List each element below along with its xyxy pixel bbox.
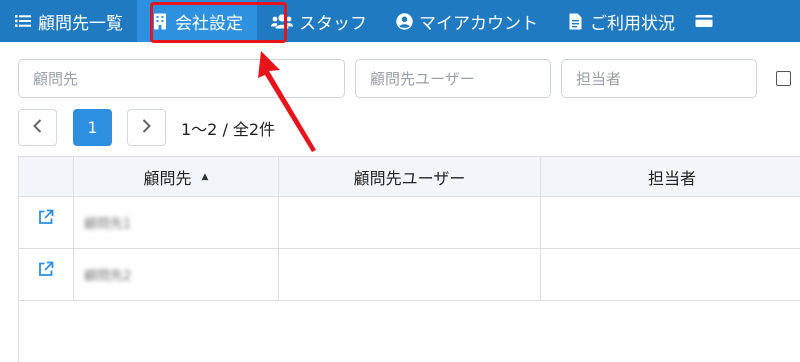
users-icon (271, 12, 293, 30)
table-row: 顧問先2 (19, 249, 800, 301)
staff-filter-placeholder: 担当者 (576, 70, 622, 88)
nav-billing[interactable] (689, 0, 733, 42)
pagination-page-number: 1 (87, 118, 98, 137)
client-table: 顧問先 ▲ 顧問先ユーザー 担当者 顧問先1 顧問先2 (18, 156, 800, 362)
chevron-left-icon (33, 118, 42, 137)
table-cell-action (19, 249, 74, 300)
top-navbar: 顧問先一覧 会社設定 スタッフ マイアカウント ご利用状況 (0, 0, 800, 42)
client-user-filter-placeholder: 顧問先ユーザー (370, 70, 475, 88)
nav-staff[interactable]: スタッフ (257, 0, 381, 42)
chevron-right-icon (142, 118, 151, 137)
staff-filter-input[interactable]: 担当者 (561, 59, 757, 98)
external-link-icon[interactable] (38, 261, 55, 278)
table-header-client-user-label: 顧問先ユーザー (353, 168, 466, 188)
nav-client-list-label: 顧問先一覧 (38, 13, 123, 34)
table-cell-staff (541, 197, 800, 248)
nav-my-account-label: マイアカウント (419, 13, 538, 34)
table-cell-action (19, 197, 74, 248)
pagination-prev-button[interactable] (18, 109, 57, 146)
external-link-icon[interactable] (38, 209, 55, 226)
sort-ascending-icon: ▲ (201, 171, 209, 182)
table-cell-client: 顧問先2 (74, 249, 279, 300)
table-header-client-label: 顧問先 (143, 168, 192, 188)
nav-company-settings[interactable]: 会社設定 (137, 0, 257, 42)
pagination-page-button[interactable]: 1 (73, 109, 112, 146)
document-icon (566, 12, 584, 30)
nav-staff-label: スタッフ (299, 13, 367, 34)
table-row: 顧問先1 (19, 197, 800, 249)
client-filter-placeholder: 顧問先 (33, 70, 79, 88)
client-name: 顧問先1 (84, 217, 132, 232)
nav-usage-status[interactable]: ご利用状況 (552, 0, 689, 42)
pagination-range-text: 1〜2 / 全2件 (181, 120, 276, 139)
list-icon (14, 12, 32, 30)
table-header-client[interactable]: 顧問先 ▲ (74, 157, 279, 196)
table-header-icon-column (19, 157, 74, 196)
pagination-next-button[interactable] (127, 109, 166, 146)
nav-company-settings-label: 会社設定 (175, 13, 243, 34)
table-header-row: 顧問先 ▲ 顧問先ユーザー 担当者 (19, 157, 800, 197)
table-cell-client: 顧問先1 (74, 197, 279, 248)
nav-my-account[interactable]: マイアカウント (381, 0, 552, 42)
table-header-client-user: 顧問先ユーザー (279, 157, 541, 196)
client-name: 顧問先2 (84, 269, 132, 284)
table-cell-staff (541, 249, 800, 300)
user-circle-icon (395, 12, 413, 30)
nav-client-list[interactable]: 顧問先一覧 (0, 0, 137, 42)
table-cell-client-user (279, 249, 541, 300)
table-cell-client-user (279, 197, 541, 248)
filter-checkbox[interactable] (776, 71, 791, 86)
table-header-staff-label: 担当者 (647, 168, 696, 188)
client-user-filter-input[interactable]: 顧問先ユーザー (355, 59, 551, 98)
client-filter-input[interactable]: 顧問先 (18, 59, 345, 98)
table-header-staff: 担当者 (541, 157, 800, 196)
building-icon (151, 12, 169, 30)
credit-card-icon (695, 12, 713, 30)
nav-usage-status-label: ご利用状況 (590, 13, 675, 34)
